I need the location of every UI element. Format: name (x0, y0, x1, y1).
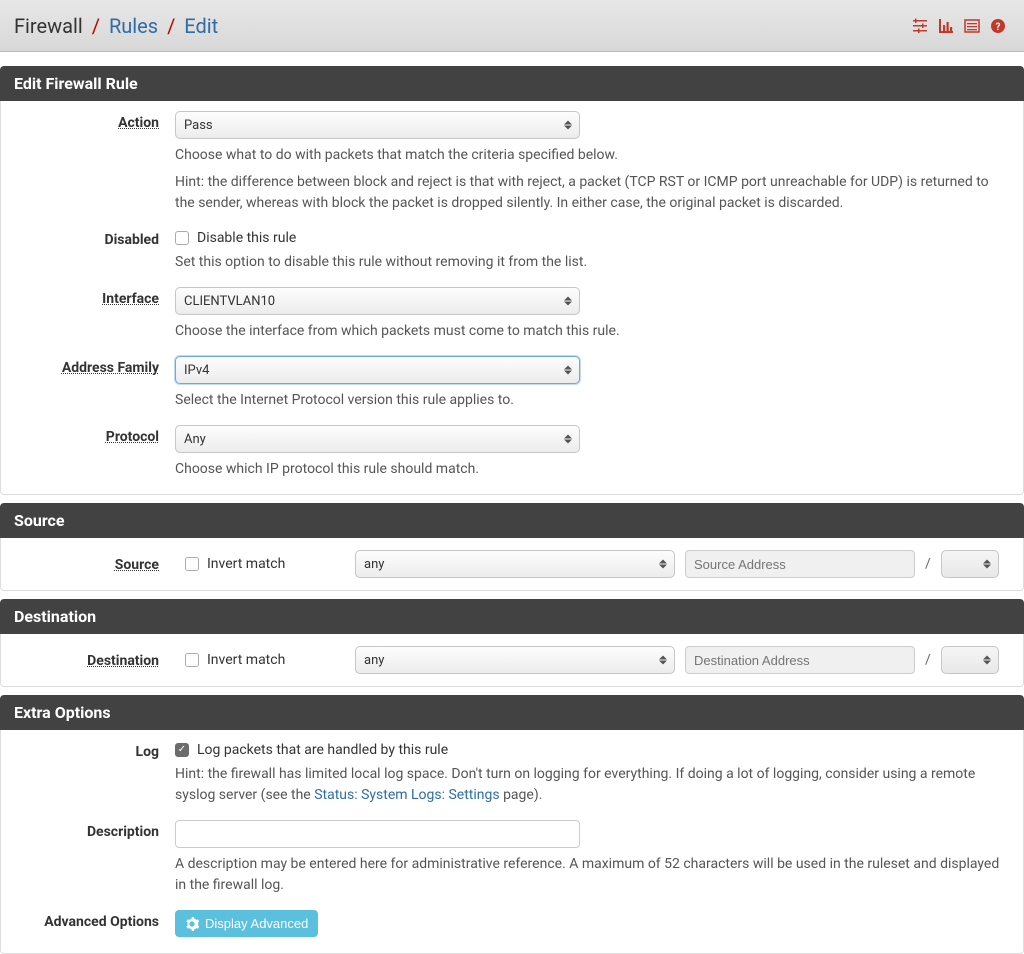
display-advanced-label: Display Advanced (205, 916, 308, 931)
label-destination: Destination (15, 651, 175, 669)
select-source-type-value: any (364, 557, 384, 572)
chart-icon[interactable] (938, 18, 954, 34)
checkbox-destination-invert[interactable] (185, 653, 199, 667)
select-interface-value: CLIENTVLAN10 (184, 294, 275, 309)
select-address-family[interactable]: IPv4 (175, 356, 580, 384)
help-interface: Choose the interface from which packets … (175, 321, 1009, 342)
help-action-2: Hint: the difference between block and r… (175, 172, 1009, 214)
select-interface[interactable]: CLIENTVLAN10 (175, 287, 580, 315)
select-source-type[interactable]: any (355, 550, 675, 578)
select-action[interactable]: Pass (175, 111, 580, 139)
chevron-updown-icon (563, 121, 573, 130)
label-disabled: Disabled (15, 228, 175, 248)
help-log: Hint: the firewall has limited local log… (175, 764, 1009, 806)
row-advanced: Advanced Options Display Advanced (1, 900, 1023, 953)
list-icon[interactable] (964, 18, 980, 34)
help-log-pre: Hint: the firewall has limited local log… (175, 766, 975, 803)
input-destination-address[interactable] (685, 646, 915, 674)
panel-edit: Action Pass Choose what to do with packe… (0, 101, 1024, 495)
label-description: Description (15, 820, 175, 840)
help-action-1: Choose what to do with packets that matc… (175, 145, 1009, 166)
checkbox-log-label: Log packets that are handled by this rul… (197, 742, 448, 758)
slash-source: / (925, 556, 931, 572)
input-description[interactable] (175, 820, 580, 848)
label-interface: Interface (15, 287, 175, 307)
breadcrumb: Firewall / Rules / Edit (14, 14, 218, 38)
display-advanced-button[interactable]: Display Advanced (175, 910, 318, 937)
breadcrumb-sep: / (167, 14, 175, 38)
link-syslog-settings[interactable]: Status: System Logs: Settings (314, 787, 499, 803)
page-header: Firewall / Rules / Edit ? (0, 0, 1024, 52)
label-source-invert: Invert match (207, 556, 285, 572)
input-source-address[interactable] (685, 550, 915, 578)
section-header-source: Source (0, 503, 1024, 538)
help-disabled: Set this option to disable this rule wit… (175, 252, 1009, 273)
row-destination: Destination Invert match any / (1, 634, 1023, 686)
select-protocol-value: Any (184, 432, 206, 447)
chevron-updown-icon (563, 297, 573, 306)
label-source: Source (15, 555, 175, 573)
label-advanced: Advanced Options (15, 910, 175, 930)
chevron-updown-icon (563, 366, 573, 375)
select-address-family-value: IPv4 (184, 363, 209, 378)
chevron-updown-icon (982, 656, 992, 665)
label-protocol: Protocol (15, 425, 175, 445)
help-description: A description may be entered here for ad… (175, 854, 1009, 896)
label-log: Log (15, 740, 175, 760)
svg-text:?: ? (996, 22, 1001, 33)
chevron-updown-icon (658, 656, 668, 665)
label-destination-invert: Invert match (207, 652, 285, 668)
checkbox-source-invert[interactable] (185, 557, 199, 571)
slash-destination: / (925, 652, 931, 668)
sliders-icon[interactable] (912, 18, 928, 34)
panel-source: Source Invert match any / (0, 538, 1024, 591)
section-header-edit: Edit Firewall Rule (0, 66, 1024, 101)
select-source-mask[interactable] (941, 550, 999, 578)
header-icon-bar: ? (912, 18, 1006, 34)
help-log-post: page). (500, 787, 543, 803)
row-description: Description A description may be entered… (1, 810, 1023, 900)
row-protocol: Protocol Any Choose which IP protocol th… (1, 415, 1023, 494)
row-log: Log Log packets that are handled by this… (1, 730, 1023, 810)
section-header-extra: Extra Options (0, 695, 1024, 730)
breadcrumb-current: Edit (184, 14, 218, 38)
help-icon[interactable]: ? (990, 18, 1006, 34)
breadcrumb-root[interactable]: Firewall (14, 14, 83, 38)
checkbox-disabled[interactable] (175, 231, 189, 245)
gear-icon (185, 917, 199, 931)
select-destination-type[interactable]: any (355, 646, 675, 674)
label-action: Action (15, 111, 175, 131)
checkbox-disabled-label: Disable this rule (197, 230, 296, 246)
row-action: Action Pass Choose what to do with packe… (1, 101, 1023, 218)
row-address-family: Address Family IPv4 Select the Internet … (1, 346, 1023, 415)
breadcrumb-sep: / (92, 14, 100, 38)
row-interface: Interface CLIENTVLAN10 Choose the interf… (1, 277, 1023, 346)
label-address-family: Address Family (15, 356, 175, 376)
row-disabled: Disabled Disable this rule Set this opti… (1, 218, 1023, 277)
panel-destination: Destination Invert match any / (0, 634, 1024, 687)
select-protocol[interactable]: Any (175, 425, 580, 453)
checkbox-log[interactable] (175, 743, 189, 757)
select-action-value: Pass (184, 118, 213, 133)
row-source: Source Invert match any / (1, 538, 1023, 590)
chevron-updown-icon (658, 560, 668, 569)
section-header-destination: Destination (0, 599, 1024, 634)
chevron-updown-icon (982, 560, 992, 569)
breadcrumb-rules[interactable]: Rules (109, 14, 158, 38)
panel-extra: Log Log packets that are handled by this… (0, 730, 1024, 954)
select-destination-mask[interactable] (941, 646, 999, 674)
chevron-updown-icon (563, 435, 573, 444)
help-protocol: Choose which IP protocol this rule shoul… (175, 459, 1009, 480)
select-destination-type-value: any (364, 653, 384, 668)
help-address-family: Select the Internet Protocol version thi… (175, 390, 1009, 411)
